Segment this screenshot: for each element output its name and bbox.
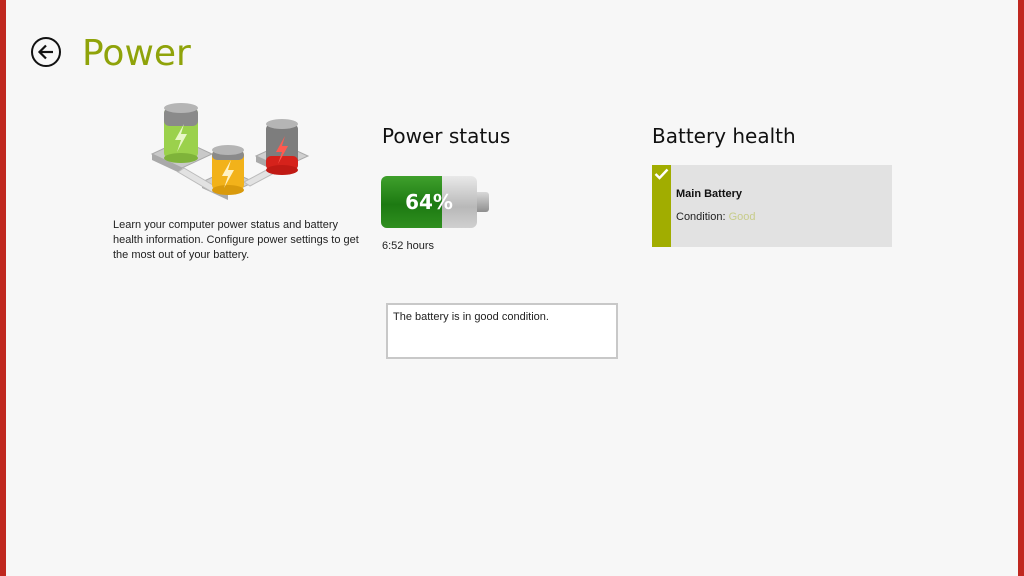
back-button[interactable]: [31, 37, 61, 67]
time-remaining: 6:52 hours: [382, 240, 434, 252]
battery-terminal: [477, 192, 489, 212]
back-arrow-icon: [37, 44, 53, 60]
power-status-heading: Power status: [382, 124, 511, 148]
check-icon: [654, 168, 669, 180]
main-battery-card[interactable]: Main Battery Condition: Good: [652, 165, 892, 247]
condition-label: Condition:: [676, 211, 726, 223]
battery-percent-label: 64%: [405, 190, 453, 214]
page-title: Power: [82, 33, 191, 74]
battery-name: Main Battery: [676, 188, 743, 200]
window-frame-right: [1018, 0, 1024, 576]
condition-value: Good: [728, 211, 756, 223]
battery-body: 64%: [381, 176, 477, 228]
card-accent-bar: [652, 165, 671, 247]
window-frame-left: [0, 0, 6, 576]
battery-charge-gauge: 64%: [381, 176, 491, 228]
battery-condition: Condition: Good: [676, 211, 756, 223]
page-description: Learn your computer power status and bat…: [113, 219, 359, 261]
battery-status-message: The battery is in good condition.: [386, 303, 618, 359]
batteries-illustration-icon: [150, 103, 310, 200]
battery-health-heading: Battery health: [652, 124, 796, 148]
